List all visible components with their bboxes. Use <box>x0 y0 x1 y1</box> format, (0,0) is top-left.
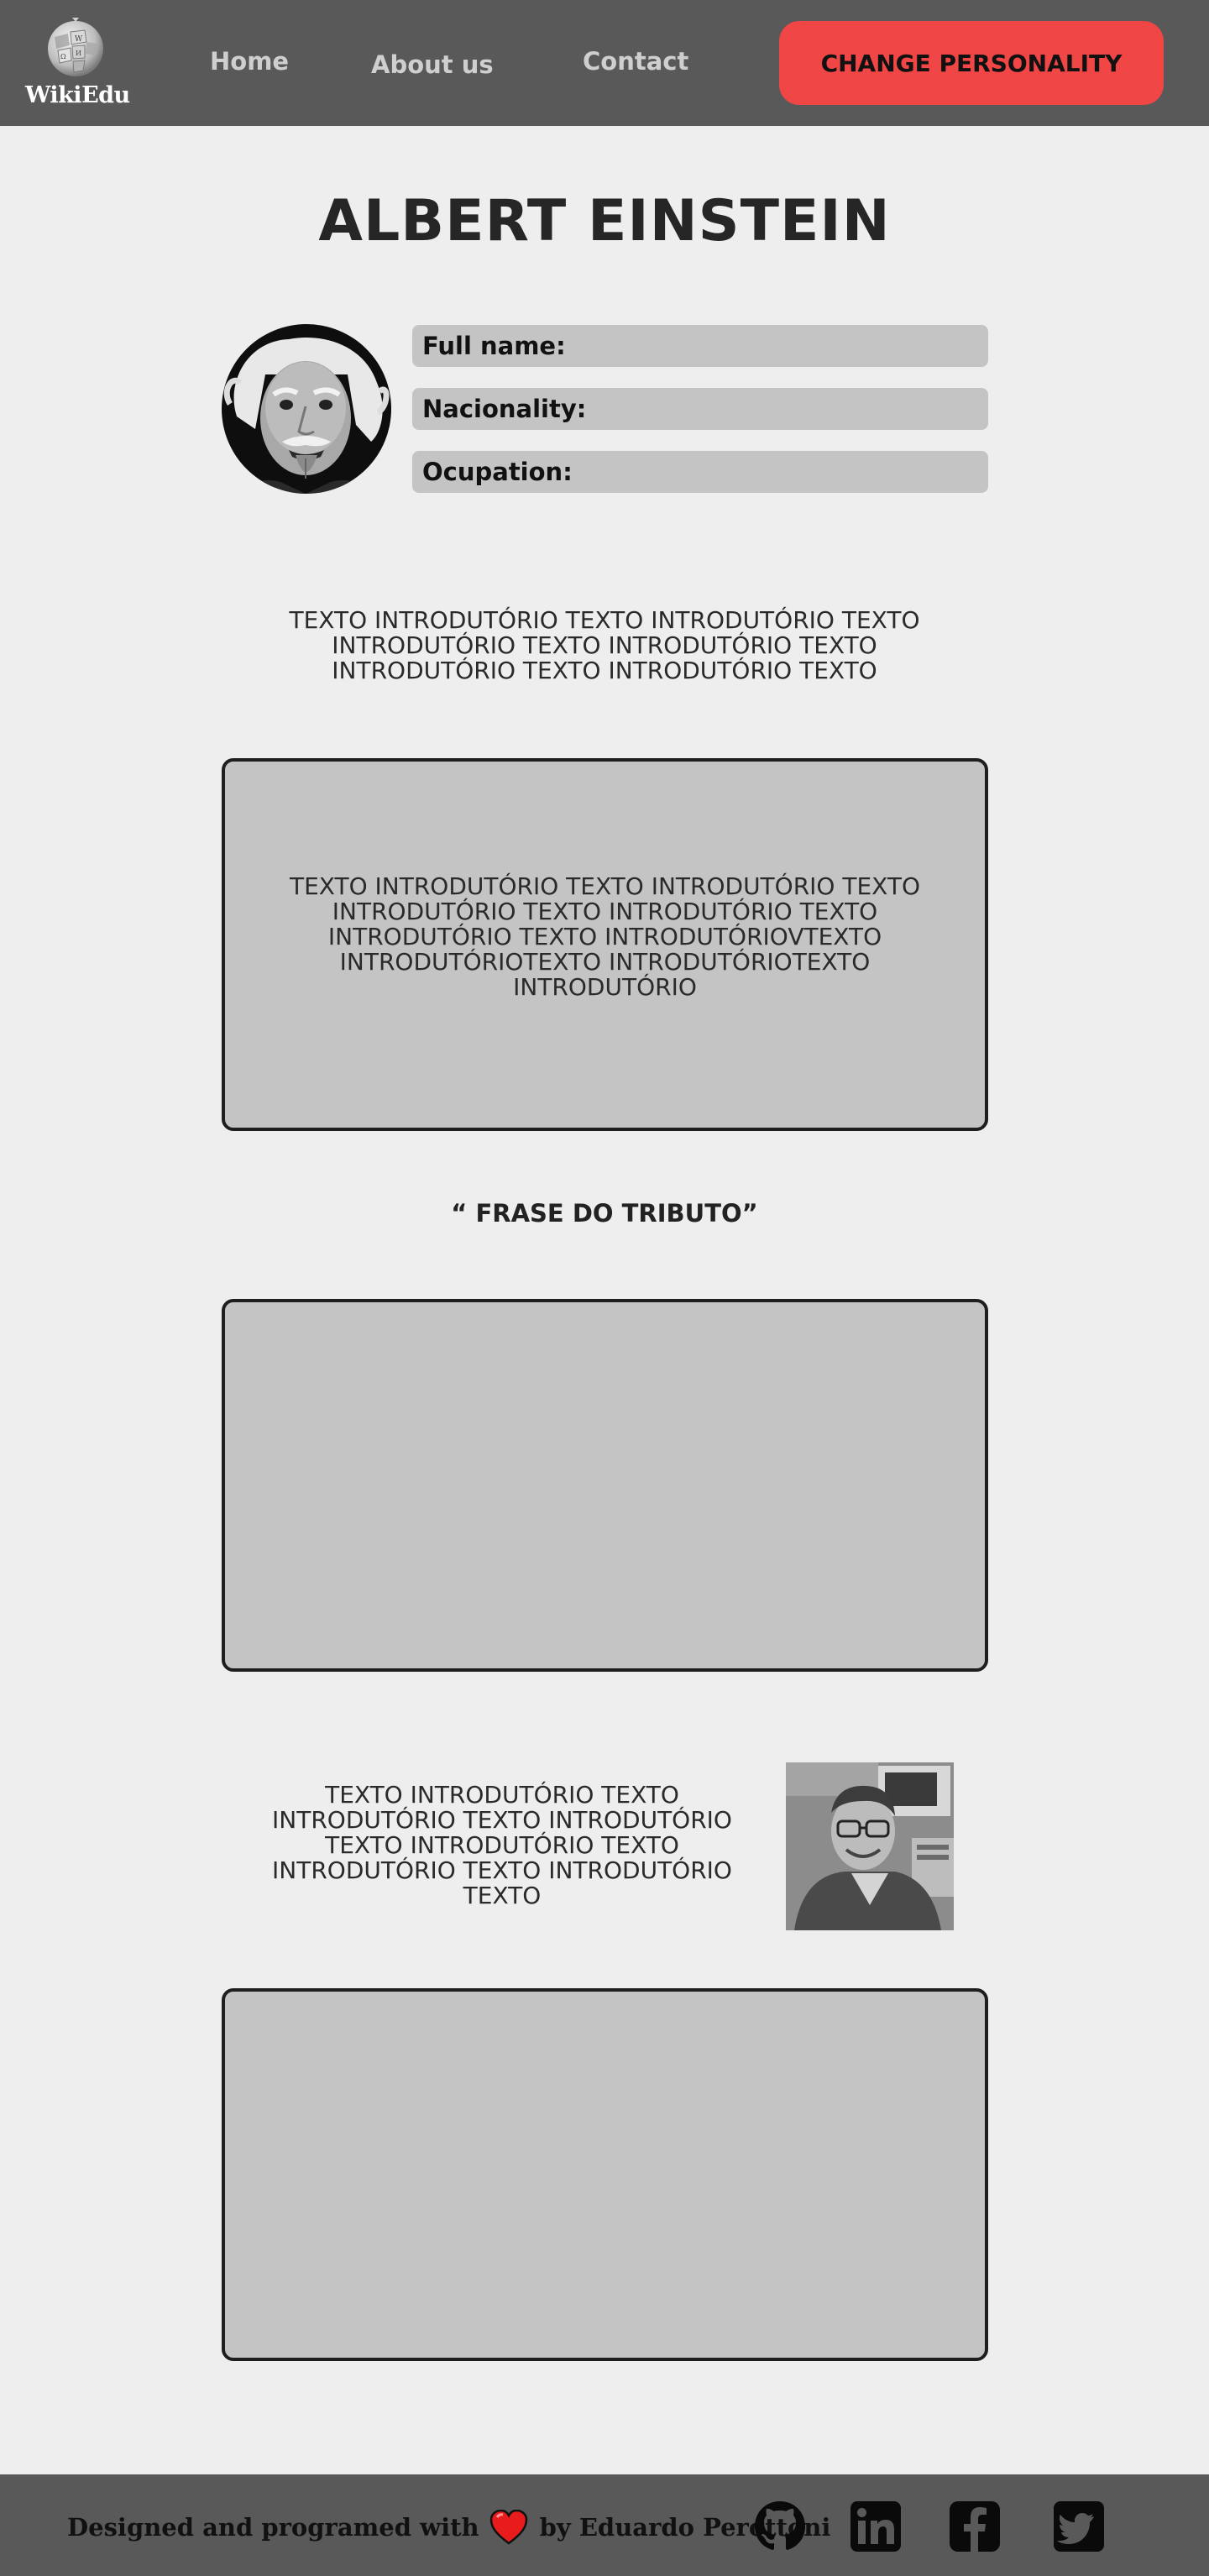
occupation-field: Ocupation: <box>412 451 988 493</box>
svg-text:И: И <box>76 50 81 57</box>
full-name-field: Full name: <box>412 325 988 367</box>
related-person-photo <box>786 1762 954 1930</box>
einstein-portrait-image <box>222 324 391 494</box>
linkedin-link[interactable] <box>849 2500 903 2553</box>
media-panel <box>222 1299 988 1672</box>
nav-home-link[interactable]: Home <box>210 47 289 76</box>
nationality-field: Nacionality: <box>412 388 988 430</box>
twitter-icon <box>1054 2501 1104 2552</box>
credit-text: Designed and programed with <box>67 2513 479 2542</box>
site-header: W Ω И WikiEdu Home About us Contact CHAN… <box>0 0 1209 126</box>
svg-text:Ω: Ω <box>60 53 66 60</box>
nav-contact-link[interactable]: Contact <box>583 47 688 76</box>
svg-text:W: W <box>75 35 83 44</box>
avatar <box>222 324 391 494</box>
nav-about-link[interactable]: About us <box>371 50 494 79</box>
site-footer: Designed and programed with by Eduardo P… <box>0 2474 1209 2576</box>
page-title: ALBERT EINSTEIN <box>318 188 891 254</box>
side-text: TEXTO INTRODUTÓRIO TEXTO INTRODUTÓRIO TE… <box>272 1781 732 1909</box>
change-personality-button[interactable]: CHANGE PERSONALITY <box>779 21 1164 105</box>
linkedin-icon <box>850 2501 901 2552</box>
twitter-link[interactable] <box>1052 2500 1106 2553</box>
footer-credit: Designed and programed with by Eduardo P… <box>67 2510 830 2545</box>
logo-text: WikiEdu <box>25 82 130 108</box>
heart-icon <box>489 2510 527 2545</box>
facebook-icon <box>950 2501 1000 2552</box>
intro-text: TEXTO INTRODUTÓRIO TEXTO INTRODUTÓRIO TE… <box>289 606 920 684</box>
panel-text: TEXTO INTRODUTÓRIO TEXTO INTRODUTÓRIO TE… <box>290 872 920 1001</box>
hawking-portrait-image <box>786 1762 954 1930</box>
media-panel <box>222 1988 988 2361</box>
github-link[interactable] <box>753 2500 807 2553</box>
tribute-quote: “ FRASE DO TRIBUTO” <box>451 1199 758 1228</box>
github-icon <box>755 2501 805 2550</box>
content-panel: TEXTO INTRODUTÓRIO TEXTO INTRODUTÓRIO TE… <box>222 758 988 1131</box>
facebook-link[interactable] <box>948 2500 1002 2553</box>
wikipedia-globe-icon: W Ω И <box>48 18 103 76</box>
site-logo[interactable]: W Ω И WikiEdu <box>25 17 130 109</box>
